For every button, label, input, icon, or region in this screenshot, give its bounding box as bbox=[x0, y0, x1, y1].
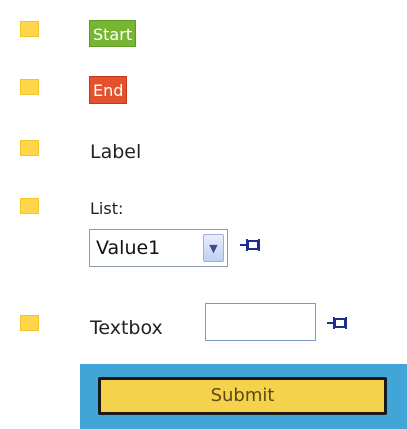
bullet-icon bbox=[20, 315, 39, 331]
submit-panel: Submit bbox=[80, 364, 407, 429]
list-selected-value: Value1 bbox=[96, 237, 161, 259]
bullet-icon bbox=[20, 140, 39, 156]
bullet-icon bbox=[20, 198, 39, 214]
textbox-caption: Textbox bbox=[90, 317, 163, 339]
chevron-down-icon[interactable]: ▼ bbox=[203, 234, 224, 262]
list-select[interactable]: Value1 ▼ bbox=[89, 229, 228, 267]
list-caption: List: bbox=[90, 199, 124, 218]
textbox-input[interactable] bbox=[205, 303, 316, 341]
start-badge: Start bbox=[89, 20, 137, 47]
pin-icon[interactable] bbox=[239, 238, 261, 252]
end-badge: End bbox=[89, 76, 128, 104]
pin-icon[interactable] bbox=[326, 316, 348, 330]
bullet-icon bbox=[20, 79, 39, 95]
submit-button[interactable]: Submit bbox=[98, 377, 387, 415]
bullet-icon bbox=[20, 21, 39, 37]
label-text: Label bbox=[90, 141, 142, 163]
